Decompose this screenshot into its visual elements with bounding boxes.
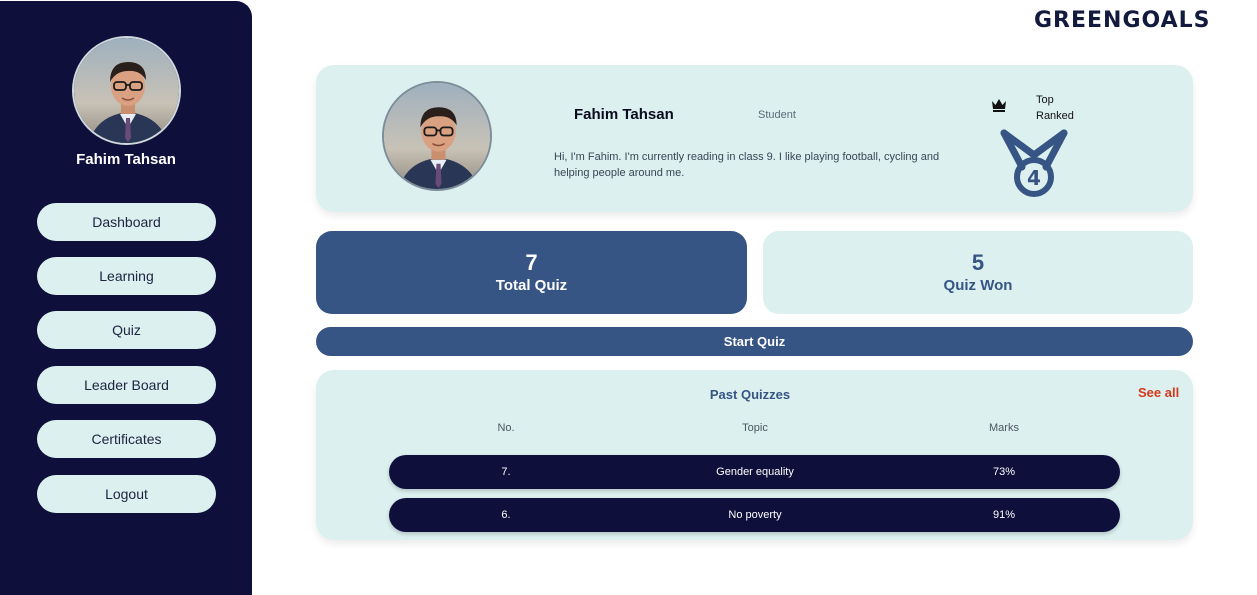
start-quiz-button[interactable]: Start Quiz (316, 327, 1193, 356)
total-quiz-card: 7 Total Quiz (316, 231, 747, 314)
sidebar-item-logout[interactable]: Logout (37, 475, 216, 513)
sidebar-item-learning[interactable]: Learning (37, 257, 216, 295)
past-quizzes-card: Past Quizzes See all No. Topic Marks 7. … (316, 370, 1193, 540)
rank-number: 4 (1027, 166, 1041, 190)
quiz-won-label: Quiz Won (943, 276, 1013, 294)
rank-label-line1: Top (1036, 94, 1054, 106)
sidebar-username: Fahim Tahsan (76, 151, 176, 168)
quiz-won-value: 5 (971, 249, 985, 275)
medal-icon: 4 (1000, 129, 1068, 206)
row-topic: Gender equality (716, 466, 794, 478)
rank-label: Top Ranked (1036, 92, 1074, 124)
column-header-topic: Topic (742, 422, 768, 434)
past-quizzes-title: Past Quizzes (709, 387, 791, 402)
avatar (72, 36, 181, 145)
row-marks: 73% (992, 466, 1016, 478)
total-quiz-value: 7 (525, 249, 538, 275)
profile-name: Fahim Tahsan (574, 106, 674, 123)
profile-role: Student (758, 109, 796, 121)
profile-card: Fahim Tahsan Student Hi, I'm Fahim. I'm … (316, 65, 1193, 212)
profile-bio: Hi, I'm Fahim. I'm currently reading in … (554, 151, 940, 179)
crown-icon (991, 97, 1007, 118)
table-row[interactable]: 7. Gender equality 73% (389, 455, 1120, 489)
column-header-marks: Marks (989, 422, 1019, 434)
sidebar-item-leader-board[interactable]: Leader Board (37, 366, 216, 404)
sidebar-item-quiz[interactable]: Quiz (37, 311, 216, 349)
total-quiz-label: Total Quiz (495, 276, 568, 294)
row-topic: No poverty (728, 509, 782, 521)
quiz-won-card: 5 Quiz Won (763, 231, 1193, 314)
table-row[interactable]: 6. No poverty 91% (389, 498, 1120, 532)
row-marks: 91% (992, 509, 1016, 521)
row-no: 7. (501, 466, 511, 478)
sidebar-item-dashboard[interactable]: Dashboard (37, 203, 216, 241)
rank-label-line2: Ranked (1036, 110, 1074, 122)
sidebar: Fahim Tahsan Dashboard Learning Quiz Lea… (0, 1, 252, 595)
see-all-link[interactable]: See all (1138, 385, 1179, 400)
brand-logo[interactable]: GREENGOALS (1034, 8, 1211, 33)
column-header-no: No. (497, 422, 515, 434)
sidebar-item-certificates[interactable]: Certificates (37, 420, 216, 458)
row-no: 6. (501, 509, 511, 521)
profile-avatar (382, 81, 492, 191)
